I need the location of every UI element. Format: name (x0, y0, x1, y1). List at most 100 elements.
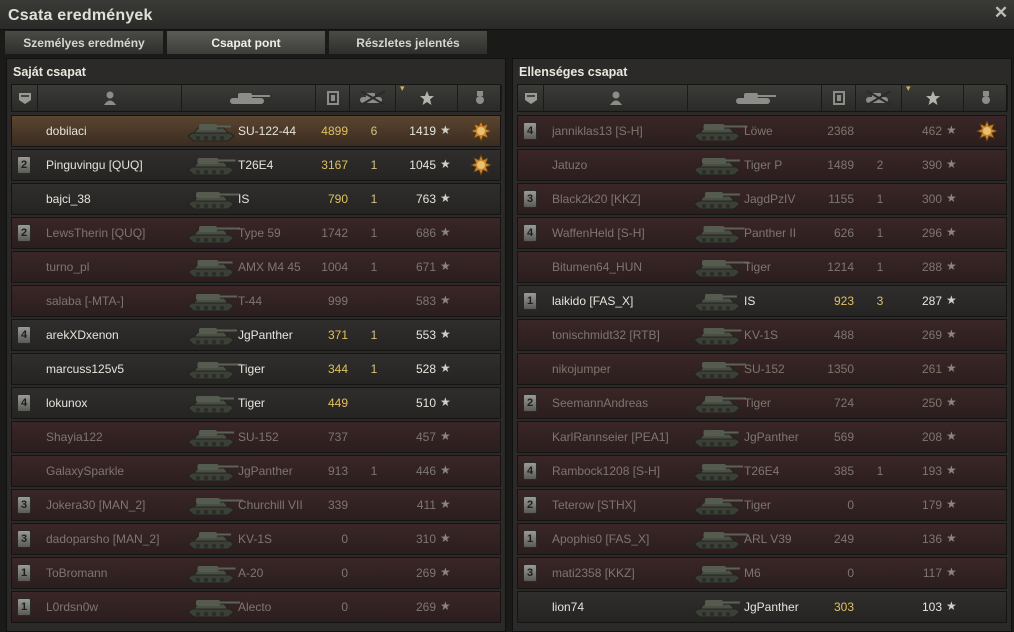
damage-value: 724 (833, 396, 854, 410)
damage-icon[interactable] (316, 85, 350, 111)
tab-detailed-report[interactable]: Részletes jelentés (328, 30, 488, 54)
squad-icon[interactable] (518, 85, 544, 111)
damage-value: 449 (327, 396, 348, 410)
kills-value: 1 (876, 464, 884, 478)
vehicle-name: JgPanther (238, 464, 293, 478)
kills-value: 1 (370, 362, 378, 376)
damage-value: 790 (327, 192, 348, 206)
player-name: Black2k20 [KKZ] (552, 192, 641, 206)
medal-icon[interactable] (975, 119, 999, 143)
star-icon: ★ (440, 293, 451, 307)
player-row[interactable]: 3 Jokera30 [MAN_2] Churchill VII 339 411 ★ (11, 489, 501, 521)
player-row[interactable]: 3 mati2358 [KKZ] M6 0 117 ★ (517, 557, 1007, 589)
player-row[interactable]: salaba [-MTA-] T-44 999 583 ★ (11, 285, 501, 317)
xp-value: 136 (921, 532, 942, 546)
own-team-panel: Saját csapat ▾ dobilaci SU-122-44 4899 6 141… (6, 58, 506, 632)
star-icon[interactable] (396, 85, 458, 111)
xp-value: 528 (415, 362, 436, 376)
player-row[interactable]: 3 Black2k20 [KKZ] JagdPzIV 1155 1 300 ★ (517, 183, 1007, 215)
damage-value: 1350 (827, 362, 854, 376)
player-row[interactable]: 4 lokunox Tiger 449 510 ★ (11, 387, 501, 419)
vehicle-name: Tiger (238, 362, 265, 376)
player-row[interactable]: 2 Teterow [STHX] Tiger 0 179 ★ (517, 489, 1007, 521)
player-row[interactable]: Shayia122 SU-152 737 457 ★ (11, 421, 501, 453)
own-team-title: Saját csapat (13, 65, 86, 79)
player-row[interactable]: 4 WaffenHeld [S-H] Panther II 626 1 296 ★ (517, 217, 1007, 249)
medal-icon[interactable] (964, 85, 1008, 111)
tank-icon (184, 357, 244, 383)
player-row[interactable]: 1 L0rdsn0w Alecto 0 269 ★ (11, 591, 501, 623)
squad-badge: 1 (17, 564, 31, 582)
player-row[interactable]: 4 Rambock1208 [S-H] T26E4 385 1 193 ★ (517, 455, 1007, 487)
squad-badge: 2 (17, 224, 31, 242)
player-row[interactable]: 3 dadoparsho [MAN_2] KV-1S 0 310 ★ (11, 523, 501, 555)
xp-value: 686 (415, 226, 436, 240)
player-icon[interactable] (38, 85, 182, 111)
player-row[interactable]: turno_pl AMX M4 45 1004 1 671 ★ (11, 251, 501, 283)
damage-icon[interactable] (822, 85, 856, 111)
xp-value: 510 (415, 396, 436, 410)
player-row[interactable]: 1 laikido [FAS_X] IS 923 3 287 ★ (517, 285, 1007, 317)
player-row[interactable]: 1 Apophis0 [FAS_X] ARL V39 249 136 ★ (517, 523, 1007, 555)
star-icon: ★ (440, 157, 451, 171)
player-icon[interactable] (544, 85, 688, 111)
kills-value: 1 (370, 464, 378, 478)
star-icon: ★ (946, 327, 957, 341)
squad-icon[interactable] (12, 85, 38, 111)
xp-value: 583 (415, 294, 436, 308)
player-row[interactable]: 4 janniklas13 [S-H] Löwe 2368 462 ★ (517, 115, 1007, 147)
xp-value: 193 (921, 464, 942, 478)
player-row[interactable]: dobilaci SU-122-44 4899 6 1419 ★ (11, 115, 501, 147)
medal-icon[interactable] (469, 119, 493, 143)
kills-icon[interactable] (350, 85, 396, 111)
player-row[interactable]: 2 Pinguvingu [QUQ] T26E4 3167 1 1045 ★ (11, 149, 501, 181)
tank-icon (690, 391, 750, 417)
player-row[interactable]: 1 ToBromann A-20 0 269 ★ (11, 557, 501, 589)
player-name: SeemannAndreas (552, 396, 649, 410)
star-icon[interactable] (902, 85, 964, 111)
player-name: L0rdsn0w (46, 600, 99, 614)
player-row[interactable]: bajci_38 IS 790 1 763 ★ (11, 183, 501, 215)
star-icon: ★ (946, 157, 957, 171)
kills-icon[interactable] (856, 85, 902, 111)
player-row[interactable]: Jatuzo Tiger P 1489 2 390 ★ (517, 149, 1007, 181)
medal-icon[interactable] (458, 85, 502, 111)
xp-value: 300 (921, 192, 942, 206)
medal-icon[interactable] (469, 153, 493, 177)
player-name: Apophis0 [FAS_X] (552, 532, 650, 546)
tank-icon (690, 221, 750, 247)
tank-icon (690, 459, 750, 485)
damage-value: 303 (833, 600, 854, 614)
star-icon: ★ (440, 395, 451, 409)
damage-value: 344 (327, 362, 348, 376)
player-row[interactable]: nikojumper SU-152 1350 261 ★ (517, 353, 1007, 385)
tab-personal-result[interactable]: Személyes eredmény (4, 30, 164, 54)
squad-badge: 4 (523, 462, 537, 480)
player-name: Jatuzo (552, 158, 588, 172)
player-row[interactable]: marcuss125v5 Tiger 344 1 528 ★ (11, 353, 501, 385)
star-icon: ★ (440, 123, 451, 137)
player-row[interactable]: GalaxySparkle JgPanther 913 1 446 ★ (11, 455, 501, 487)
player-row[interactable]: KarlRannseier [PEA1] JgPanther 569 208 ★ (517, 421, 1007, 453)
close-icon[interactable]: ✕ (992, 4, 1010, 22)
player-row[interactable]: Bitumen64_HUN Tiger 1214 1 288 ★ (517, 251, 1007, 283)
player-name: dobilaci (46, 124, 87, 138)
player-row[interactable]: 4 arekXDxenon JgPanther 371 1 553 ★ (11, 319, 501, 351)
player-row[interactable]: tonischmidt32 [RTB] KV-1S 488 269 ★ (517, 319, 1007, 351)
squad-badge: 3 (523, 564, 537, 582)
column-header-bar: ▾ (517, 83, 1008, 112)
player-row[interactable]: 2 SeemannAndreas Tiger 724 250 ★ (517, 387, 1007, 419)
player-name: mati2358 [KKZ] (552, 566, 635, 580)
vehicle-name: M6 (744, 566, 761, 580)
star-icon: ★ (946, 531, 957, 545)
tank-icon[interactable] (182, 85, 316, 111)
player-name: lokunox (46, 396, 88, 410)
damage-value: 4899 (321, 124, 348, 138)
player-row[interactable]: lion74 JgPanther 303 103 ★ (517, 591, 1007, 623)
kills-value: 1 (370, 328, 378, 342)
damage-value: 0 (341, 566, 348, 580)
tab-team-score[interactable]: Csapat pont (166, 30, 326, 54)
tank-icon[interactable] (688, 85, 822, 111)
player-row[interactable]: 2 LewsTherin [QUQ] Type 59 1742 1 686 ★ (11, 217, 501, 249)
star-icon: ★ (440, 225, 451, 239)
